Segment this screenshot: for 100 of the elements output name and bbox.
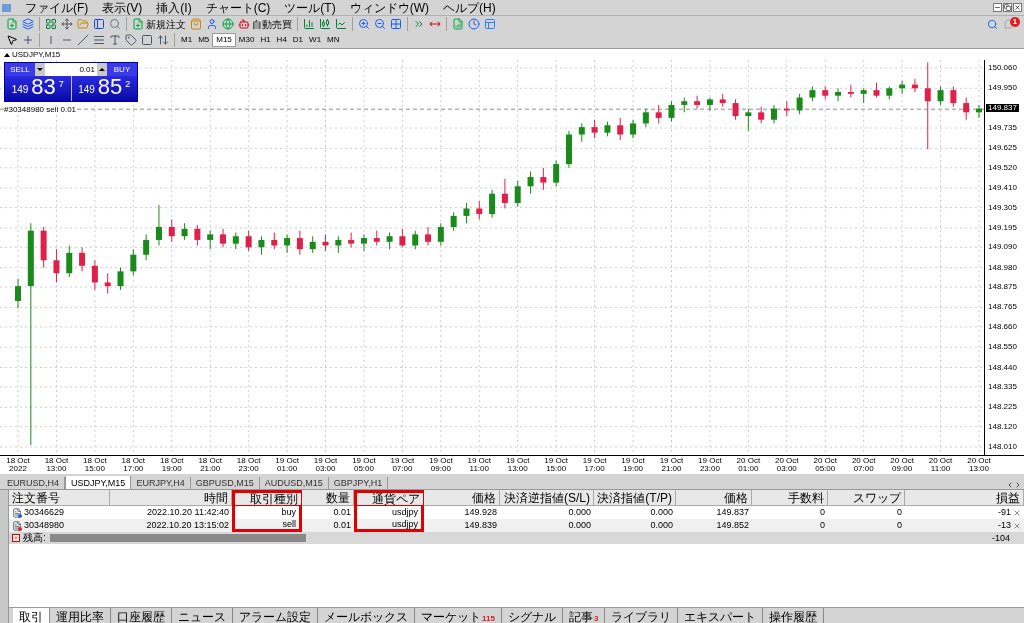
- text-icon[interactable]: [107, 32, 123, 48]
- trend-line-icon[interactable]: [75, 32, 91, 48]
- restore-icon[interactable]: [1003, 3, 1012, 12]
- minimize-icon[interactable]: [993, 3, 1002, 12]
- candle: [771, 104, 777, 124]
- panel-icon[interactable]: [91, 16, 107, 32]
- menu-item[interactable]: ファイル(F): [25, 1, 89, 14]
- price-label: 148.875: [988, 283, 1017, 292]
- sell-button[interactable]: SELL: [5, 63, 35, 76]
- layers-icon[interactable]: [20, 16, 36, 32]
- arrows-icon[interactable]: [155, 32, 171, 48]
- timeframe-button[interactable]: H1: [257, 33, 274, 47]
- globe-icon[interactable]: [220, 16, 236, 32]
- price-label: 148.550: [988, 343, 1017, 352]
- new-order-button[interactable]: 新規注文: [130, 16, 188, 32]
- zoom-in-icon[interactable]: [356, 16, 372, 32]
- price-label: 148.010: [988, 443, 1017, 452]
- price-label: 148.225: [988, 403, 1017, 412]
- menu-item[interactable]: チャート(C): [205, 1, 271, 14]
- candlestick-icon[interactable]: [317, 16, 333, 32]
- terminal-tab[interactable]: アラーム設定: [233, 608, 318, 623]
- terminal-tab[interactable]: 運用比率: [50, 608, 111, 623]
- time-label: 18 Oct 13:00: [43, 457, 70, 473]
- label-icon[interactable]: [123, 32, 139, 48]
- candle: [796, 93, 803, 115]
- auto-trading-button[interactable]: 自動売買: [236, 16, 294, 32]
- rectangle-icon[interactable]: [139, 32, 155, 48]
- candle: [425, 226, 432, 246]
- order-icon: [12, 507, 22, 518]
- time-label: 18 Oct 15:00: [82, 457, 108, 473]
- terminal-tab[interactable]: シグナル: [501, 608, 563, 623]
- terminal-tab[interactable]: ニュース: [172, 608, 233, 623]
- move-icon[interactable]: [59, 16, 75, 32]
- tab-right-icon[interactable]: [1014, 481, 1022, 489]
- menu-item[interactable]: 挿入(I): [156, 1, 192, 14]
- menu-item[interactable]: ウィンドウ(W): [349, 1, 429, 14]
- template-icon[interactable]: [482, 16, 498, 32]
- timeframe-button[interactable]: M1: [178, 33, 196, 47]
- scrollbar-thumb[interactable]: [49, 534, 306, 542]
- time-label: 19 Oct 07:00: [389, 457, 416, 473]
- timeframe-button[interactable]: M15: [212, 33, 236, 47]
- terminal-tab[interactable]: ライブラリ: [605, 608, 679, 623]
- menu-item[interactable]: 表示(V): [102, 1, 143, 14]
- close-icon[interactable]: [1013, 3, 1022, 12]
- timeframe-button[interactable]: M30: [235, 33, 258, 47]
- timeframe-button[interactable]: D1: [289, 33, 307, 47]
- line-chart-icon[interactable]: [333, 16, 349, 32]
- bar-chart-icon[interactable]: [301, 16, 317, 32]
- app-icon[interactable]: [2, 3, 11, 12]
- zoom-out-icon[interactable]: [372, 16, 388, 32]
- time-label: 18 Oct 2022: [5, 457, 31, 473]
- candle: [630, 119, 637, 139]
- grid-icon[interactable]: [43, 16, 59, 32]
- terminal-tab[interactable]: 取引: [13, 608, 50, 623]
- time-label: 19 Oct 01:00: [274, 457, 300, 473]
- expand-icon[interactable]: [12, 534, 20, 542]
- table-cell: 0.000: [568, 521, 591, 530]
- table-cell: 30346629: [24, 508, 65, 517]
- close-order-icon[interactable]: [1013, 508, 1021, 517]
- menu-item[interactable]: ツール(T): [284, 1, 336, 14]
- terminal-tab[interactable]: マーケット 115: [415, 608, 502, 623]
- timeframe-button[interactable]: W1: [306, 33, 325, 47]
- terminal-tab[interactable]: エキスパート: [678, 608, 764, 623]
- timeframe-button[interactable]: H4: [273, 33, 290, 47]
- candle: [578, 122, 585, 143]
- buy-button[interactable]: BUY: [107, 63, 137, 76]
- candle: [463, 202, 470, 224]
- time-label: 20 Oct 13:00: [966, 457, 992, 473]
- time-label: 20 Oct 03:00: [774, 457, 800, 473]
- terminal-tab[interactable]: 口座履歴: [111, 608, 172, 623]
- bag-icon[interactable]: [188, 16, 204, 32]
- magnifier-icon[interactable]: [107, 16, 123, 32]
- count-label: 115: [482, 615, 495, 623]
- table-cell: 149.839: [464, 521, 497, 530]
- timeframe-button[interactable]: M5: [195, 33, 213, 47]
- tile-icon[interactable]: [388, 16, 404, 32]
- menu-item[interactable]: ヘルプ(H): [443, 1, 496, 14]
- lot-size-field[interactable]: 0.01: [35, 63, 107, 76]
- down-arrow-icon[interactable]: [37, 68, 43, 71]
- cursor-icon[interactable]: [4, 32, 20, 48]
- search-icon[interactable]: [987, 18, 998, 30]
- candle: [911, 78, 918, 93]
- candle: [476, 200, 483, 221]
- tab-left-icon[interactable]: [1006, 481, 1014, 489]
- terminal-tab[interactable]: 記事3: [562, 608, 606, 623]
- timeframe-button[interactable]: MN: [324, 33, 343, 47]
- candle: [514, 180, 521, 208]
- price-label: 149.410: [988, 184, 1017, 193]
- clock-icon[interactable]: [466, 16, 482, 32]
- close-order-icon[interactable]: [1013, 521, 1021, 530]
- caret-icon[interactable]: [4, 52, 10, 57]
- candle: [104, 272, 111, 295]
- indicator-icon[interactable]: [450, 16, 466, 32]
- candle: [79, 246, 86, 272]
- chart-tab[interactable]: USDJPY,M15: [65, 476, 132, 489]
- terminal-tab[interactable]: 操作履歴: [763, 608, 825, 623]
- candle: [835, 87, 842, 102]
- count-label: 3: [593, 615, 599, 623]
- terminal-tab[interactable]: メールボックス: [318, 608, 415, 623]
- balance-label: 残高:: [23, 533, 46, 543]
